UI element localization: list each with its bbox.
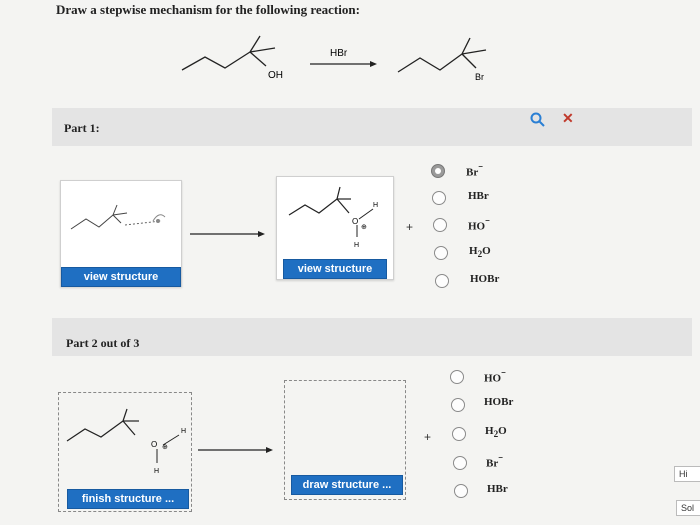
part2-h-bottom-label: H xyxy=(154,468,159,475)
part1-structure-box-2[interactable]: H O ⊕ H view structure xyxy=(276,176,394,280)
part1-radio-h2o[interactable] xyxy=(434,246,448,260)
part1-option-ho-minus: HO⁻ xyxy=(468,217,490,233)
reactant-methyl-right xyxy=(249,47,276,53)
part1-radio-hbr[interactable] xyxy=(432,191,446,205)
part1-option-hobr: HOBr xyxy=(470,273,500,285)
part2-draw-structure-button[interactable]: draw structure ... xyxy=(291,475,403,495)
reactant-chain xyxy=(181,51,251,71)
part1-positive-charge: ⊕ xyxy=(361,224,367,231)
part2-option-br-minus: Br⁻ xyxy=(486,454,504,470)
part2-option-h2o: H2O xyxy=(485,425,507,440)
reactant-oh-label: OH xyxy=(268,70,283,81)
part1-structure-drawing-1 xyxy=(70,204,166,230)
part1-plus-sign: + xyxy=(406,220,414,234)
part1-option-h2o: H2O xyxy=(469,245,491,260)
part1-radio-br-minus[interactable] xyxy=(431,164,445,178)
part1-option-hbr: HBr xyxy=(468,190,489,202)
part1-structure-box-1[interactable]: view structure xyxy=(60,180,182,287)
search-icon[interactable] xyxy=(530,112,546,133)
part1-h-top-label: H xyxy=(373,202,378,209)
part2-positive-charge: ⊕ xyxy=(162,444,168,451)
reactant-oh-bond xyxy=(249,51,267,67)
part2-option-hbr: HBr xyxy=(487,483,508,495)
question-prompt: Draw a stepwise mechanism for the follow… xyxy=(56,2,360,17)
part2-oxygen-label: O xyxy=(151,440,157,449)
solution-button[interactable]: Sol xyxy=(676,500,700,516)
product-br-label: Br xyxy=(475,72,484,82)
close-icon[interactable]: ✕ xyxy=(562,110,574,127)
part1-radio-hobr[interactable] xyxy=(435,274,449,288)
part1-view-structure-button-1[interactable]: view structure xyxy=(61,267,181,287)
part1-structure-drawing-2: H O ⊕ H xyxy=(288,186,378,249)
part1-step-arrow xyxy=(190,231,265,237)
part2-structure-box-1[interactable]: H O ⊕ H finish structure ... xyxy=(58,392,192,512)
part1-h-bottom-label: H xyxy=(354,242,359,249)
part2-header: Part 2 out of 3 xyxy=(52,318,692,356)
part2-finish-structure-button[interactable]: finish structure ... xyxy=(67,489,189,509)
reactant-methyl-up xyxy=(249,35,261,53)
hint-button[interactable]: Hi xyxy=(674,466,700,482)
product-chain xyxy=(397,53,463,73)
part2-radio-hbr[interactable] xyxy=(454,484,468,498)
part2-radio-br-minus[interactable] xyxy=(453,456,467,470)
part2-plus-sign: + xyxy=(424,430,432,444)
part2-title: Part 2 out of 3 xyxy=(66,336,140,350)
part2-structure-box-2[interactable]: draw structure ... xyxy=(284,380,406,500)
part1-header: Part 1: ✕ xyxy=(52,108,692,146)
part2-radio-h2o[interactable] xyxy=(452,427,466,441)
part2-option-ho-minus: HO⁻ xyxy=(484,369,506,385)
reagent-label: HBr xyxy=(330,48,348,59)
part2-structure-drawing-1: H O ⊕ H xyxy=(66,408,186,475)
part2-step-arrow xyxy=(198,447,273,453)
part1-option-br-minus: Br⁻ xyxy=(466,163,484,179)
part2-radio-hobr[interactable] xyxy=(451,398,465,412)
part1-oxygen-label: O xyxy=(352,217,358,226)
part2-h-top-label: H xyxy=(181,428,186,435)
part1-radio-ho-minus[interactable] xyxy=(433,218,447,232)
part1-view-structure-button-2[interactable]: view structure xyxy=(283,259,387,279)
part1-title: Part 1: xyxy=(64,121,100,135)
part2-option-hobr: HOBr xyxy=(484,396,514,408)
part2-radio-ho-minus[interactable] xyxy=(450,370,464,384)
reaction-scheme: OH HBr Br xyxy=(181,35,487,82)
